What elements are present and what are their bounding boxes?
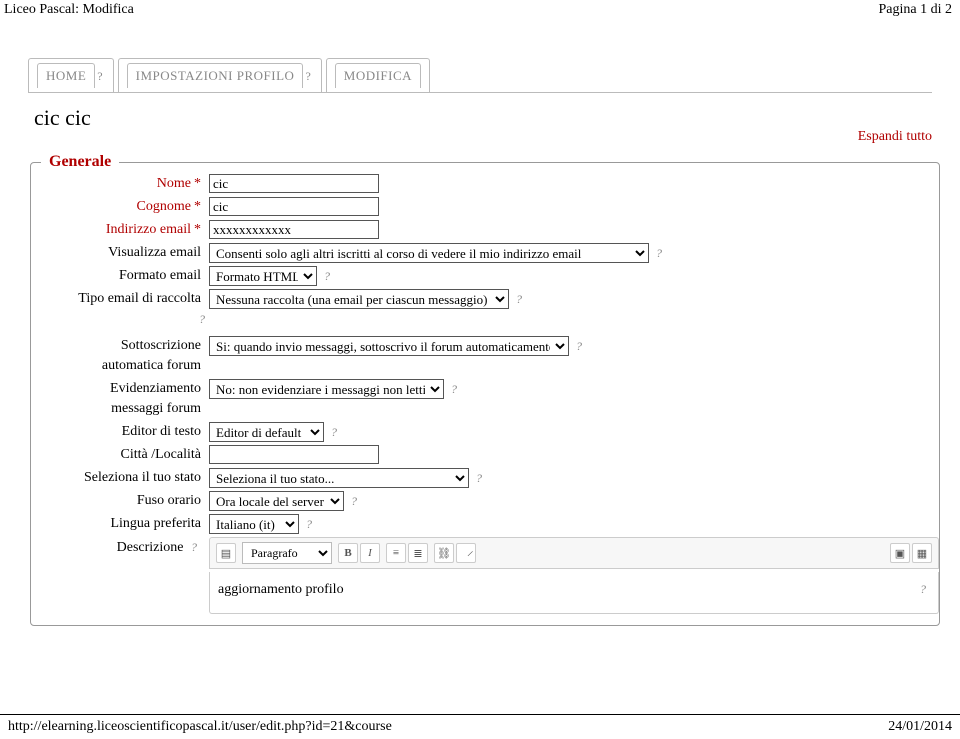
- footer-url: http://elearning.liceoscientificopascal.…: [8, 719, 392, 735]
- input-email[interactable]: [209, 220, 379, 239]
- link-icon[interactable]: ⛓: [434, 543, 454, 563]
- label-stato: Seleziona il tuo stato: [31, 468, 209, 488]
- help-icon[interactable]: ?: [512, 292, 526, 307]
- tab-settings[interactable]: IMPOSTAZIONI PROFILO?: [118, 58, 323, 92]
- input-nome[interactable]: [209, 174, 379, 193]
- image-icon[interactable]: ▣: [890, 543, 910, 563]
- label-lingua: Lingua preferita: [31, 514, 209, 534]
- italic-icon[interactable]: I: [360, 543, 380, 563]
- help-icon[interactable]: ?: [327, 425, 341, 440]
- label-cognome: Cognome*: [31, 197, 209, 217]
- select-fuso[interactable]: Ora locale del server: [209, 491, 344, 511]
- select-stato[interactable]: Seleziona il tuo stato...: [209, 468, 469, 488]
- toolbar-expand-icon[interactable]: ▤: [216, 543, 236, 563]
- expand-all-link[interactable]: Espandi tutto: [858, 129, 932, 145]
- help-icon[interactable]: ?: [320, 269, 334, 284]
- select-tipo-raccolta[interactable]: Nessuna raccolta (una email per ciascun …: [209, 289, 509, 309]
- label-formato-email: Formato email: [31, 266, 209, 286]
- label-visualizza-email: Visualizza email: [31, 243, 209, 263]
- select-sottoscrizione[interactable]: Si: quando invio messaggi, sottoscrivo i…: [209, 336, 569, 356]
- help-icon[interactable]: ?: [916, 582, 930, 597]
- select-visualizza-email[interactable]: Consenti solo agli altri iscritti al cor…: [209, 243, 649, 263]
- content-area: cic cic Espandi tutto Generale Nome* Cog…: [28, 92, 932, 626]
- list-icon[interactable]: ≡: [386, 543, 406, 563]
- help-icon[interactable]: ?: [447, 382, 461, 397]
- label-fuso: Fuso orario: [31, 491, 209, 511]
- label-citta: Città /Località: [31, 445, 209, 465]
- input-citta[interactable]: [209, 445, 379, 464]
- label-sottoscrizione: Sottoscrizione automatica forum: [31, 336, 209, 376]
- help-icon[interactable]: ?: [187, 537, 201, 557]
- editor-toolbar: ▤ Paragrafo B I ≡ ≣ ⛓ ⛓̷: [209, 537, 939, 569]
- help-icon[interactable]: ?: [652, 246, 666, 261]
- toolbar-paragraph-select[interactable]: Paragrafo: [242, 542, 332, 564]
- help-icon[interactable]: ?: [572, 339, 586, 354]
- footer-divider: [0, 714, 960, 715]
- page-title: cic cic: [34, 105, 930, 131]
- label-descrizione: Descrizione ?: [31, 537, 209, 558]
- fieldset-generale: Generale Nome* Cognome* Indirizzo email*: [30, 153, 940, 626]
- help-icon[interactable]: ?: [195, 312, 209, 327]
- help-icon[interactable]: ?: [302, 517, 316, 532]
- tab-home[interactable]: HOME?: [28, 58, 114, 92]
- print-footer: http://elearning.liceoscientificopascal.…: [0, 719, 960, 735]
- editor-body[interactable]: aggiornamento profilo ?: [209, 572, 939, 614]
- label-tipo-raccolta: Tipo email di raccolta: [31, 289, 209, 309]
- numlist-icon[interactable]: ≣: [408, 543, 428, 563]
- footer-date: 24/01/2014: [888, 719, 952, 735]
- input-cognome[interactable]: [209, 197, 379, 216]
- help-icon[interactable]: ?: [95, 69, 105, 84]
- help-icon[interactable]: ?: [347, 494, 361, 509]
- select-formato-email[interactable]: Formato HTML: [209, 266, 317, 286]
- label-nome: Nome*: [31, 174, 209, 194]
- select-evidenziamento[interactable]: No: non evidenziare i messaggi non letti: [209, 379, 444, 399]
- label-email: Indirizzo email*: [31, 220, 209, 240]
- editor-content: aggiornamento profilo: [218, 582, 344, 598]
- select-lingua[interactable]: Italiano (it): [209, 514, 299, 534]
- print-header: Liceo Pascal: Modifica Pagina 1 di 2: [0, 0, 960, 18]
- page-indicator: Pagina 1 di 2: [879, 2, 953, 18]
- tab-bar: HOME? IMPOSTAZIONI PROFILO? MODIFICA: [28, 58, 960, 92]
- label-editor-testo: Editor di testo: [31, 422, 209, 442]
- header-title: Liceo Pascal: Modifica: [4, 2, 134, 18]
- tab-edit[interactable]: MODIFICA: [326, 58, 430, 92]
- label-evidenziamento: Evidenziamento messaggi forum: [31, 379, 209, 419]
- media-icon[interactable]: ▦: [912, 543, 932, 563]
- legend-generale[interactable]: Generale: [41, 153, 119, 171]
- select-editor-testo[interactable]: Editor di default: [209, 422, 324, 442]
- help-icon[interactable]: ?: [472, 471, 486, 486]
- bold-icon[interactable]: B: [338, 543, 358, 563]
- unlink-icon[interactable]: ⛓̷: [456, 543, 476, 563]
- help-icon[interactable]: ?: [303, 69, 313, 84]
